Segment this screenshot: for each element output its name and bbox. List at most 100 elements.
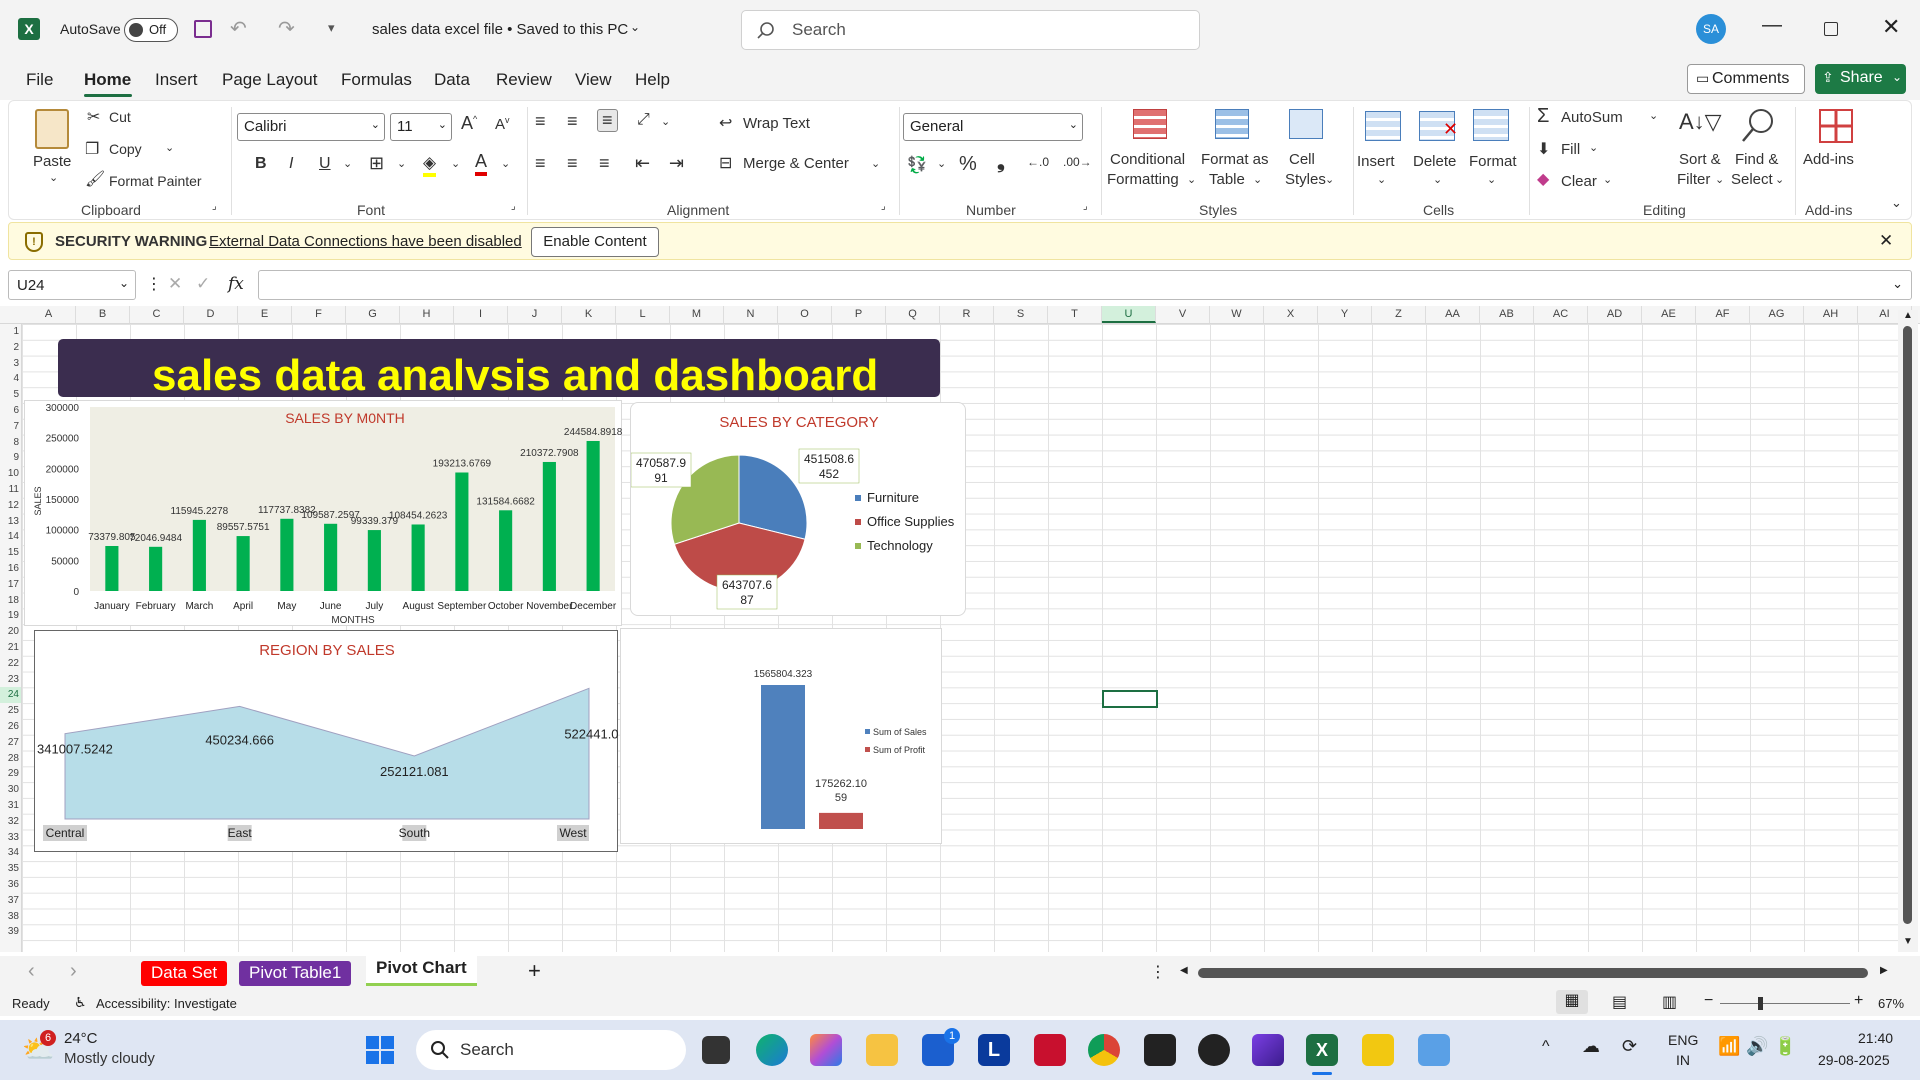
- format-cells-icon[interactable]: [1473, 109, 1509, 141]
- close-icon[interactable]: ✕: [1882, 14, 1900, 40]
- merge-center-icon[interactable]: ⊟: [719, 153, 732, 173]
- warning-message-link[interactable]: External Data Connections have been disa…: [209, 233, 522, 250]
- share-button[interactable]: ⇪ Share ⌄: [1815, 64, 1906, 94]
- cell-styles-label-2[interactable]: Styles: [1285, 171, 1326, 188]
- conditional-formatting-label-2[interactable]: Formatting: [1107, 171, 1179, 188]
- comments-button[interactable]: ▭ Comments: [1687, 64, 1805, 94]
- page-layout-view-icon[interactable]: ▤: [1612, 992, 1627, 1012]
- accounting-chevron-icon[interactable]: ⌄: [937, 157, 946, 170]
- media-player-icon[interactable]: [1198, 1034, 1230, 1066]
- search-box[interactable]: Search: [741, 10, 1200, 50]
- menu-page-layout[interactable]: Page Layout: [222, 70, 317, 90]
- copy-label[interactable]: Copy: [109, 141, 142, 157]
- cell-styles-label[interactable]: Cell: [1289, 151, 1315, 168]
- edge-icon[interactable]: [756, 1034, 788, 1066]
- fill-color-icon[interactable]: ◈: [423, 153, 437, 177]
- find-select-icon[interactable]: [1737, 107, 1777, 147]
- close-warning-icon[interactable]: ✕: [1879, 231, 1893, 251]
- cell-styles-icon[interactable]: [1289, 109, 1323, 139]
- merge-chevron-icon[interactable]: ⌄: [871, 157, 880, 170]
- fill-icon[interactable]: ⬇: [1537, 139, 1550, 159]
- sales-by-category-chart[interactable]: SALES BY CATEGORY 451508.6 452 Furniture 643…: [630, 402, 966, 616]
- file-explorer-icon[interactable]: [866, 1034, 898, 1066]
- sales-by-month-chart[interactable]: SALES BY M0NTH 0 50000 100000 150000 200000 25…: [24, 400, 623, 626]
- volume-icon[interactable]: 🔊: [1746, 1036, 1768, 1057]
- fx-icon[interactable]: fx: [228, 274, 244, 294]
- sync-icon[interactable]: ⟳: [1622, 1036, 1637, 1057]
- menu-view[interactable]: View: [575, 70, 612, 90]
- menu-home[interactable]: Home: [84, 70, 131, 90]
- align-left-icon[interactable]: ≡: [535, 153, 546, 174]
- sort-filter-icon[interactable]: A↓▽: [1679, 109, 1722, 135]
- align-middle-icon[interactable]: ≡: [567, 111, 578, 132]
- selected-cell[interactable]: [1102, 690, 1158, 708]
- clear-label[interactable]: Clear: [1561, 173, 1597, 190]
- insert-cells-label[interactable]: Insert: [1357, 153, 1395, 170]
- font-launcher-icon[interactable]: ⌟: [511, 201, 516, 212]
- format-chevron-icon[interactable]: ⌄: [1487, 173, 1496, 186]
- wifi-icon[interactable]: 📶: [1718, 1036, 1740, 1057]
- cut-label[interactable]: Cut: [109, 109, 131, 125]
- menu-help[interactable]: Help: [635, 70, 670, 90]
- accessibility-status[interactable]: Accessibility: Investigate: [96, 996, 237, 1011]
- find-chevron-icon[interactable]: ⌄: [1775, 173, 1784, 186]
- fill-color-chevron-icon[interactable]: ⌄: [451, 157, 460, 170]
- clock-date[interactable]: 29-08-2025: [1818, 1052, 1890, 1068]
- copy-chevron-icon[interactable]: ⌄: [165, 141, 174, 154]
- file-title[interactable]: sales data excel file • Saved to this PC: [372, 21, 628, 38]
- delete-chevron-icon[interactable]: ⌄: [1433, 173, 1442, 186]
- add-sheet-icon[interactable]: +: [528, 958, 541, 984]
- format-as-table-label-2[interactable]: Table: [1209, 171, 1245, 188]
- sales-profit-chart[interactable]: Sum of Sales Sum of Profit 1565804.323 1752…: [620, 628, 942, 844]
- more-options-icon[interactable]: ⋮: [146, 274, 162, 294]
- conditional-formatting-label[interactable]: Conditional: [1110, 151, 1185, 168]
- name-box[interactable]: U24 ⌄: [8, 270, 136, 300]
- format-painter-label[interactable]: Format Painter: [109, 173, 202, 189]
- decrease-font-icon[interactable]: Av: [495, 115, 510, 133]
- zoom-out-icon[interactable]: −: [1704, 992, 1713, 1010]
- onedrive-icon[interactable]: ☁: [1582, 1036, 1600, 1057]
- clear-chevron-icon[interactable]: ⌄: [1603, 173, 1612, 186]
- increase-indent-icon[interactable]: ⇥: [669, 153, 684, 174]
- format-as-table-icon[interactable]: [1215, 109, 1249, 139]
- conditional-chevron-icon[interactable]: ⌄: [1187, 173, 1196, 186]
- format-table-chevron-icon[interactable]: ⌄: [1253, 173, 1262, 186]
- powerbi-icon[interactable]: [1362, 1034, 1394, 1066]
- underline-chevron-icon[interactable]: ⌄: [343, 157, 352, 170]
- weather-condition[interactable]: Mostly cloudy: [64, 1050, 155, 1067]
- scroll-thumb[interactable]: [1903, 326, 1912, 924]
- hscroll-left-icon[interactable]: ◀: [1180, 965, 1188, 976]
- autosum-chevron-icon[interactable]: ⌄: [1649, 109, 1658, 122]
- conditional-formatting-icon[interactable]: [1133, 109, 1167, 139]
- menu-review[interactable]: Review: [496, 70, 552, 90]
- format-cells-label[interactable]: Format: [1469, 153, 1517, 170]
- paste-chevron-icon[interactable]: ⌄: [49, 171, 58, 184]
- orientation-icon[interactable]: ⤢: [637, 111, 650, 129]
- minimize-icon[interactable]: —: [1762, 14, 1782, 37]
- taskbar-search[interactable]: Search: [416, 1030, 686, 1070]
- scroll-up-icon[interactable]: ▲: [1903, 310, 1913, 321]
- menu-insert[interactable]: Insert: [155, 70, 198, 90]
- clipboard-launcher-icon[interactable]: ⌟: [212, 201, 217, 212]
- normal-view-icon[interactable]: ▦: [1556, 990, 1588, 1014]
- chrome-icon[interactable]: [1088, 1034, 1120, 1066]
- align-right-icon[interactable]: ≡: [599, 153, 610, 174]
- fill-label[interactable]: Fill: [1561, 141, 1580, 158]
- vertical-scrollbar[interactable]: ▲ ▼: [1898, 310, 1918, 952]
- enable-content-button[interactable]: Enable Content: [531, 227, 659, 257]
- decrease-decimal-icon[interactable]: .00→: [1063, 155, 1092, 169]
- zoom-in-icon[interactable]: +: [1854, 992, 1863, 1010]
- decrease-indent-icon[interactable]: ⇤: [635, 153, 650, 174]
- bold-icon[interactable]: B: [255, 155, 267, 173]
- hscroll-right-icon[interactable]: ▶: [1880, 965, 1888, 976]
- insert-cells-icon[interactable]: [1365, 111, 1401, 141]
- title-chevron-down-icon[interactable]: ⌄: [630, 20, 640, 34]
- borders-icon[interactable]: ⊞: [369, 153, 384, 174]
- sort-filter-label-2[interactable]: Filter: [1677, 171, 1710, 188]
- paste-label[interactable]: Paste: [33, 153, 71, 170]
- find-select-label[interactable]: Find &: [1735, 151, 1778, 168]
- clear-icon[interactable]: ◆: [1537, 169, 1549, 189]
- weather-temp[interactable]: 24°C: [64, 1030, 98, 1047]
- accessibility-icon[interactable]: ♿: [74, 994, 87, 1011]
- sheet-tab-pivot-table1[interactable]: Pivot Table1: [239, 961, 352, 986]
